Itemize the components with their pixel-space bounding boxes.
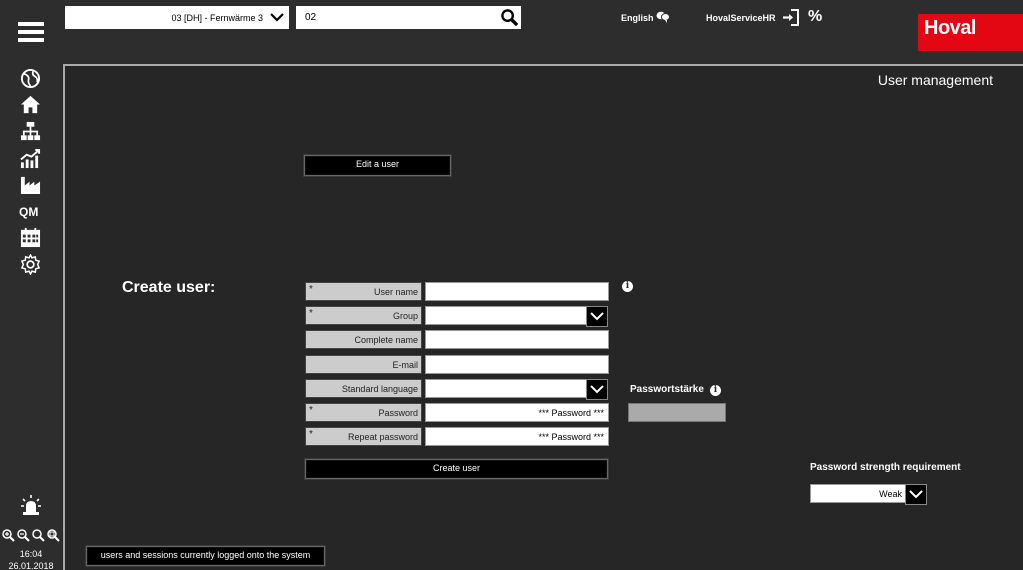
zoom-reset-icon[interactable] — [32, 529, 45, 542]
password-field[interactable]: *** Password *** — [425, 403, 609, 422]
chevron-down-icon — [909, 490, 923, 499]
user-name-label: * User name — [305, 282, 422, 301]
dropdown-button[interactable] — [905, 484, 927, 505]
alarm-light-icon[interactable] — [20, 494, 42, 516]
password-label: * Password — [305, 403, 422, 422]
search-input[interactable] — [296, 6, 491, 29]
repeat-password-label-text: Repeat password — [347, 432, 418, 442]
zoom-out-icon[interactable] — [17, 529, 30, 542]
user-name-label-text: User name — [373, 287, 418, 297]
group-select[interactable] — [425, 306, 608, 327]
required-marker: * — [309, 284, 313, 295]
complete-name-label-text: Complete name — [354, 335, 418, 345]
hierarchy-icon[interactable] — [20, 121, 41, 142]
complete-name-field[interactable] — [425, 330, 609, 349]
home-icon[interactable] — [20, 94, 41, 115]
group-label: * Group — [305, 306, 422, 325]
chevron-down-icon — [590, 312, 604, 321]
repeat-password-placeholder: *** Password *** — [538, 432, 604, 442]
info-icon[interactable]: i — [710, 385, 721, 396]
password-label-text: Password — [378, 408, 418, 418]
chevron-down-icon — [590, 385, 604, 394]
email-label: E-mail — [305, 355, 422, 374]
required-marker: * — [309, 308, 313, 319]
create-user-button[interactable]: Create user — [305, 459, 608, 479]
email-field[interactable] — [425, 355, 609, 374]
repeat-password-field[interactable]: *** Password *** — [425, 427, 609, 446]
clock-date: 26.01.2018 — [8, 561, 54, 570]
factory-icon[interactable] — [20, 174, 41, 195]
clock-time: 16:04 — [19, 549, 43, 559]
password-strength-label: Passwortstärke — [630, 384, 704, 395]
strength-requirement-select[interactable]: Weak — [810, 484, 927, 505]
edit-user-button-label: Edit a user — [355, 159, 400, 169]
standard-language-label: Standard language — [305, 379, 422, 398]
complete-name-label: Complete name — [305, 330, 422, 349]
group-label-text: Group — [392, 311, 418, 321]
page-title: User management — [877, 72, 993, 88]
sidebar: QM 16:04 26.01.2018 — [0, 64, 62, 570]
hoval-logo: Hoval — [918, 14, 1023, 51]
zoom-controls — [2, 529, 62, 543]
dropdown-button[interactable] — [586, 379, 608, 400]
strength-requirement-value: Weak — [879, 489, 902, 499]
info-icon[interactable]: i — [622, 281, 633, 292]
speech-bubble-icon[interactable] — [656, 11, 670, 23]
email-label-text: E-mail — [392, 360, 418, 370]
standard-language-select[interactable] — [425, 379, 608, 400]
plant-select-value: 03 [DH] - Fernwärme 3 — [171, 13, 263, 23]
sessions-button-label: users and sessions currently logged onto… — [100, 550, 311, 560]
zoom-in-icon[interactable] — [2, 529, 15, 542]
globe-icon[interactable] — [20, 68, 41, 89]
logout-icon[interactable] — [782, 9, 799, 26]
search-box — [296, 6, 521, 29]
search-icon[interactable] — [500, 8, 519, 27]
edit-user-button[interactable]: Edit a user — [304, 155, 451, 176]
create-user-heading: Create user: — [122, 279, 216, 296]
language-label[interactable]: English — [621, 13, 654, 23]
password-placeholder: *** Password *** — [538, 408, 604, 418]
top-bar: 03 [DH] - Fernwärme 3 English HovalServi… — [0, 0, 1023, 64]
menu-icon[interactable] — [18, 22, 44, 42]
qm-link[interactable]: QM — [19, 205, 38, 219]
user-name-field[interactable] — [425, 282, 609, 301]
chart-icon[interactable] — [20, 148, 41, 169]
chevron-down-icon[interactable] — [269, 9, 285, 25]
main-panel: User management Edit a user Create user:… — [63, 64, 1023, 570]
standard-language-label-text: Standard language — [341, 384, 418, 394]
zoom-fit-icon[interactable] — [47, 529, 60, 542]
logo-text: Hoval — [924, 17, 976, 39]
required-marker: * — [309, 429, 313, 440]
gear-icon[interactable] — [20, 254, 41, 275]
required-marker: * — [309, 405, 313, 416]
create-user-button-label: Create user — [432, 463, 481, 473]
percent-icon[interactable]: % — [808, 8, 822, 26]
strength-requirement-label: Password strength requirement — [810, 462, 961, 473]
sessions-button[interactable]: users and sessions currently logged onto… — [86, 546, 325, 566]
plant-select[interactable]: 03 [DH] - Fernwärme 3 — [65, 6, 289, 29]
calendar-icon[interactable] — [20, 227, 41, 248]
repeat-password-label: * Repeat password — [305, 427, 422, 446]
password-strength-meter — [628, 403, 726, 422]
dropdown-button[interactable] — [586, 306, 608, 327]
user-name[interactable]: HovalServiceHR — [706, 13, 776, 23]
